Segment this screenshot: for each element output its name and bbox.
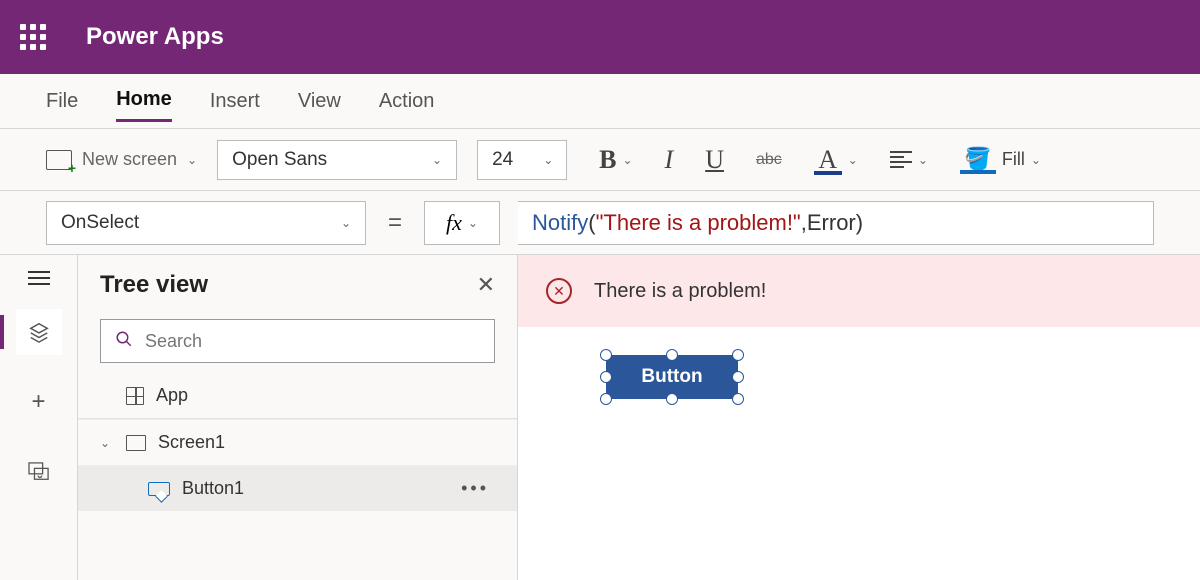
chevron-down-icon: ⌄ <box>187 153 197 167</box>
bold-icon: B <box>599 145 616 175</box>
property-value: OnSelect <box>61 212 139 234</box>
more-icon[interactable]: ••• <box>461 478 495 499</box>
close-icon[interactable]: ✕ <box>477 272 495 298</box>
toolbar: + New screen ⌄ Open Sans ⌄ 24 ⌄ B⌄ I U a… <box>0 129 1200 191</box>
chevron-down-icon: ⌄ <box>468 216 478 230</box>
underline-button[interactable]: U <box>705 145 724 175</box>
new-screen-label: New screen <box>82 149 177 170</box>
search-input[interactable] <box>145 331 480 352</box>
formula-token: ( <box>588 210 595 236</box>
strikethrough-button[interactable]: abc <box>756 151 782 169</box>
resize-handle[interactable] <box>666 349 678 361</box>
chevron-down-icon: ⌄ <box>432 153 442 167</box>
screen-icon: + <box>46 150 72 170</box>
align-icon <box>890 151 912 168</box>
formula-input[interactable]: Notify( "There is a problem!" , Error) <box>518 201 1154 245</box>
fill-button[interactable]: 🪣 Fill ⌄ <box>960 146 1041 174</box>
rail-insert[interactable]: + <box>16 379 62 425</box>
app-title: Power Apps <box>86 23 224 51</box>
resize-handle[interactable] <box>666 393 678 405</box>
chevron-down-icon: ⌄ <box>848 153 858 167</box>
font-selector[interactable]: Open Sans ⌄ <box>217 140 457 180</box>
tree-item-label: Button1 <box>182 478 244 499</box>
property-selector[interactable]: OnSelect ⌄ <box>46 201 366 245</box>
chevron-down-icon: ⌄ <box>918 153 928 167</box>
formula-bar: OnSelect ⌄ = fx ⌄ Notify( "There is a pr… <box>0 191 1200 255</box>
formula-token: ) <box>856 210 863 236</box>
resize-handle[interactable] <box>600 371 612 383</box>
menu-view[interactable]: View <box>298 82 341 121</box>
canvas-button-label: Button <box>641 366 702 388</box>
menu-home[interactable]: Home <box>116 80 172 122</box>
tree-title: Tree view <box>100 271 208 299</box>
notification-banner: ✕ There is a problem! <box>518 255 1200 327</box>
tree-item-label: Screen1 <box>158 432 225 453</box>
italic-icon: I <box>665 145 674 175</box>
app-icon <box>126 387 144 405</box>
resize-handle[interactable] <box>732 371 744 383</box>
fill-icon: 🪣 <box>964 146 991 172</box>
fx-button[interactable]: fx ⌄ <box>424 201 500 245</box>
chevron-down-icon: ⌄ <box>1031 153 1041 167</box>
resize-handle[interactable] <box>600 393 612 405</box>
media-icon <box>28 462 50 482</box>
tree-item-screen1[interactable]: ⌄ Screen1 <box>78 419 517 465</box>
fx-icon: fx <box>446 210 462 236</box>
tree-item-button1[interactable]: Button1 ••• <box>78 465 517 511</box>
font-size-value: 24 <box>492 149 513 171</box>
formula-token-string: "There is a problem!" <box>596 210 801 236</box>
new-screen-button[interactable]: + New screen ⌄ <box>46 149 197 170</box>
strikethrough-icon: abc <box>756 151 782 169</box>
italic-button[interactable]: I <box>665 145 674 175</box>
notification-message: There is a problem! <box>594 280 766 303</box>
formula-token-arg: Error <box>807 210 856 236</box>
chevron-down-icon: ⌄ <box>543 153 553 167</box>
plus-icon: + <box>31 388 45 416</box>
layers-icon <box>28 321 50 343</box>
tree-search[interactable] <box>100 319 495 363</box>
resize-handle[interactable] <box>600 349 612 361</box>
rail-tree-view[interactable] <box>16 309 62 355</box>
formula-token-fn: Notify <box>532 210 588 236</box>
resize-handle[interactable] <box>732 349 744 361</box>
menu-action[interactable]: Action <box>379 82 435 121</box>
button-control-icon <box>148 482 170 496</box>
resize-handle[interactable] <box>732 393 744 405</box>
left-rail: + <box>0 255 78 580</box>
bold-button[interactable]: B⌄ <box>599 145 632 175</box>
search-icon <box>115 330 133 353</box>
menubar: File Home Insert View Action <box>0 74 1200 129</box>
underline-icon: U <box>705 145 724 175</box>
menu-file[interactable]: File <box>46 82 78 121</box>
fill-label: Fill <box>1002 149 1025 170</box>
chevron-down-icon: ⌄ <box>622 153 632 167</box>
font-name-value: Open Sans <box>232 149 327 171</box>
canvas[interactable]: ✕ There is a problem! Button <box>518 255 1200 580</box>
error-icon: ✕ <box>546 278 572 304</box>
canvas-button-control[interactable]: Button <box>606 355 738 399</box>
tree-app-label: App <box>156 385 188 406</box>
chevron-down-icon: ⌄ <box>341 216 351 230</box>
tree-panel: Tree view ✕ App ⌄ Screen1 Button1 ••• <box>78 255 518 580</box>
equals-label: = <box>384 209 406 237</box>
rail-media[interactable] <box>16 449 62 495</box>
hamburger-icon[interactable] <box>28 271 50 285</box>
tree-app-row[interactable]: App <box>78 373 517 419</box>
menu-insert[interactable]: Insert <box>210 82 260 121</box>
app-launcher-icon[interactable] <box>20 24 46 50</box>
font-color-button[interactable]: A ⌄ <box>814 145 858 175</box>
font-size-selector[interactable]: 24 ⌄ <box>477 140 567 180</box>
chevron-down-icon: ⌄ <box>100 436 114 450</box>
screen-icon <box>126 435 146 451</box>
align-button[interactable]: ⌄ <box>890 151 928 168</box>
